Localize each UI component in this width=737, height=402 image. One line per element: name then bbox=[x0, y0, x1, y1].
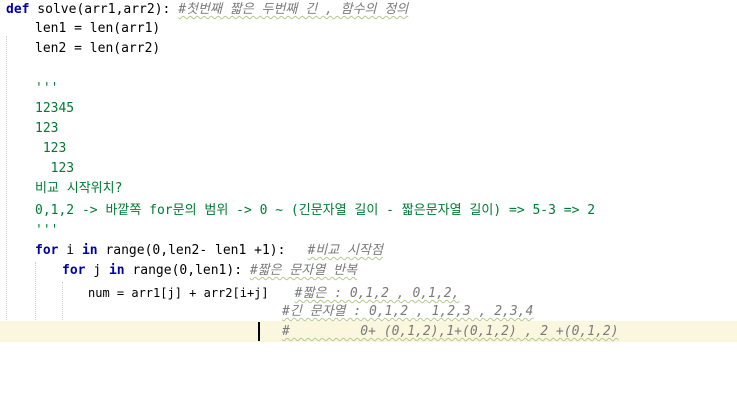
code-line-docstring-5[interactable]: 비교 시작위치? bbox=[35, 179, 122, 199]
indent-guide-1 bbox=[6, 36, 7, 342]
assignment-len2: len2 = len(arr2) bbox=[35, 41, 161, 56]
comment-function-definition: #첫번째 짧은 두번째 긴 , 함수의 정의 bbox=[178, 2, 409, 17]
code-line-docstring-3[interactable]: 123 bbox=[35, 139, 67, 159]
keyword-in: in bbox=[108, 263, 125, 278]
code-line-1[interactable]: def solve(arr1,arr2): #첫번째 짧은 두번째 긴 , 함수… bbox=[6, 0, 408, 20]
code-editor[interactable]: def solve(arr1,arr2): #첫번째 짧은 두번째 긴 , 함수… bbox=[0, 0, 737, 402]
text-cursor bbox=[258, 322, 260, 341]
code-line-docstring-close[interactable]: ''' bbox=[35, 221, 58, 241]
docstring-text: 123 bbox=[35, 121, 59, 136]
keyword-for: for bbox=[62, 263, 86, 278]
code-line-docstring-4[interactable]: 123 bbox=[35, 159, 75, 179]
loop-variable: i bbox=[58, 243, 82, 258]
docstring-text: 비교 시작위치? bbox=[35, 181, 123, 196]
docstring-quote-open: ''' bbox=[35, 81, 59, 96]
code-line-comment-long[interactable]: #긴 문자열 : 0,1,2 , 1,2,3 , 2,3,4 bbox=[282, 302, 533, 322]
code-line-3[interactable]: len2 = len(arr2) bbox=[35, 39, 160, 59]
keyword-for: for bbox=[35, 243, 59, 258]
assignment-len1: len1 = len(arr1) bbox=[35, 21, 161, 36]
loop-variable: j bbox=[85, 263, 109, 278]
code-line-docstring-6[interactable]: 0,1,2 -> 바깥쪽 for문의 범위 -> 0 ~ (긴문자열 길이 - … bbox=[35, 201, 595, 221]
num-assignment: num = arr1[j] + arr2[i+j] bbox=[88, 286, 269, 300]
docstring-text: 123 bbox=[35, 161, 75, 176]
docstring-text: 123 bbox=[35, 141, 67, 156]
range-expression: range(0,len2- len1 +1): bbox=[97, 243, 286, 258]
code-line-2[interactable]: len1 = len(arr1) bbox=[35, 19, 160, 39]
range-expression: range(0,len1): bbox=[124, 263, 250, 278]
function-signature: solve(arr1,arr2): bbox=[29, 2, 179, 17]
code-line-docstring-2[interactable]: 123 bbox=[35, 119, 58, 139]
code-line-docstring-open[interactable]: ''' bbox=[35, 79, 58, 99]
comment-short-repeat: #짧은 문자열 반복 bbox=[249, 263, 358, 278]
comment-offsets: # 0+ (0,1,2),1+(0,1,2) , 2 +(0,1,2) bbox=[282, 324, 619, 339]
code-line-docstring-1[interactable]: 12345 bbox=[35, 99, 74, 119]
docstring-quote-close: ''' bbox=[35, 223, 59, 238]
keyword-in: in bbox=[81, 243, 98, 258]
docstring-text: 0,1,2 -> 바깥쪽 for문의 범위 -> 0 ~ (긴문자열 길이 - … bbox=[35, 203, 596, 218]
code-line-num[interactable]: num = arr1[j] + arr2[i+j] #짧은 : 0,1,2 , 0… bbox=[88, 283, 459, 303]
code-line-for-j[interactable]: for j in range(0,len1): #짧은 문자열 반복 bbox=[62, 261, 357, 281]
comment-long-indices: #긴 문자열 : 0,1,2 , 1,2,3 , 2,3,4 bbox=[282, 304, 534, 319]
comment-short-indices: #짧은 : 0,1,2 , 0,1,2, bbox=[294, 286, 460, 301]
comment-compare-start: #비교 시작점 bbox=[307, 243, 383, 258]
docstring-text: 12345 bbox=[35, 101, 75, 116]
code-line-comment-offsets[interactable]: # 0+ (0,1,2),1+(0,1,2) , 2 +(0,1,2) bbox=[282, 322, 619, 342]
keyword-def: def bbox=[6, 2, 30, 17]
code-line-for-i[interactable]: for i in range(0,len2- len1 +1): #비교 시작점 bbox=[35, 241, 383, 261]
